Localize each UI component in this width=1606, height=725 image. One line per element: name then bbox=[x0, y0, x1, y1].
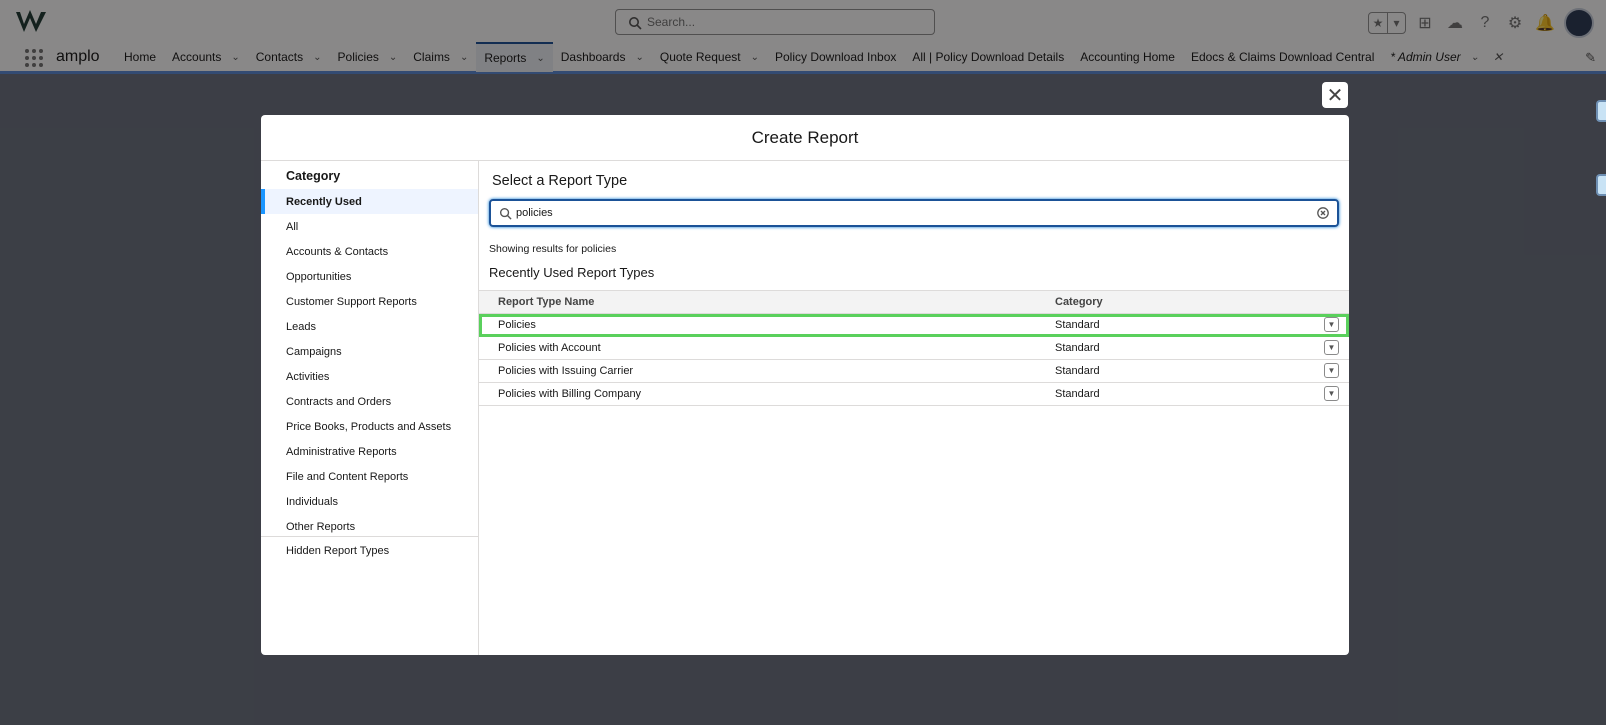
category-item-opportunities[interactable]: Opportunities bbox=[261, 264, 478, 289]
category-panel: Category Recently Used All Accounts & Co… bbox=[261, 161, 479, 655]
category-item-contracts-orders[interactable]: Contracts and Orders bbox=[261, 389, 478, 414]
category-divider bbox=[261, 536, 478, 537]
row-actions-dropdown-icon[interactable]: ▼ bbox=[1324, 363, 1339, 378]
table-row[interactable]: Policies with Issuing Carrier Standard ▼ bbox=[479, 360, 1349, 383]
create-report-modal: Create Report Category Recently Used All… bbox=[261, 115, 1349, 655]
table-row[interactable]: Policies with Account Standard ▼ bbox=[479, 337, 1349, 360]
category-item-administrative[interactable]: Administrative Reports bbox=[261, 439, 478, 464]
report-type-search-input[interactable]: policies bbox=[489, 199, 1339, 227]
recently-used-heading: Recently Used Report Types bbox=[489, 265, 655, 280]
column-header-category[interactable]: Category bbox=[1055, 296, 1103, 308]
search-icon bbox=[499, 207, 512, 220]
category-item-accounts-contacts[interactable]: Accounts & Contacts bbox=[261, 239, 478, 264]
utility-edge-tab[interactable] bbox=[1596, 174, 1606, 196]
table-row[interactable]: Policies Standard ▼ bbox=[479, 314, 1349, 337]
row-actions-dropdown-icon[interactable]: ▼ bbox=[1324, 317, 1339, 332]
category-list: Recently Used All Accounts & Contacts Op… bbox=[261, 189, 478, 539]
category-item-leads[interactable]: Leads bbox=[261, 314, 478, 339]
close-icon: ✕ bbox=[1326, 84, 1344, 107]
column-header-name[interactable]: Report Type Name bbox=[498, 296, 594, 308]
search-value: policies bbox=[516, 207, 553, 219]
results-note: Showing results for policies bbox=[489, 243, 617, 255]
modal-header: Create Report bbox=[261, 115, 1349, 161]
category-item-recently-used[interactable]: Recently Used bbox=[261, 189, 478, 214]
category-item-price-books[interactable]: Price Books, Products and Assets bbox=[261, 414, 478, 439]
select-report-type-heading: Select a Report Type bbox=[492, 173, 628, 189]
report-type-category: Standard bbox=[1055, 342, 1100, 354]
modal-close-button[interactable]: ✕ bbox=[1322, 82, 1348, 108]
report-type-category: Standard bbox=[1055, 365, 1100, 377]
category-item-customer-support[interactable]: Customer Support Reports bbox=[261, 289, 478, 314]
category-item-all[interactable]: All bbox=[261, 214, 478, 239]
category-item-campaigns[interactable]: Campaigns bbox=[261, 339, 478, 364]
table-row[interactable]: Policies with Billing Company Standard ▼ bbox=[479, 383, 1349, 406]
report-type-name[interactable]: Policies with Account bbox=[498, 342, 601, 354]
category-item-activities[interactable]: Activities bbox=[261, 364, 478, 389]
report-type-name[interactable]: Policies with Issuing Carrier bbox=[498, 365, 633, 377]
category-item-file-content[interactable]: File and Content Reports bbox=[261, 464, 478, 489]
report-type-name[interactable]: Policies bbox=[498, 319, 536, 331]
report-types-table: Report Type Name Category Policies Stand… bbox=[479, 290, 1349, 406]
category-heading: Category bbox=[286, 169, 341, 183]
report-type-panel: Select a Report Type policies Showing re… bbox=[479, 161, 1349, 655]
report-type-name[interactable]: Policies with Billing Company bbox=[498, 388, 641, 400]
clear-search-icon[interactable] bbox=[1317, 207, 1329, 219]
row-actions-dropdown-icon[interactable]: ▼ bbox=[1324, 386, 1339, 401]
report-type-category: Standard bbox=[1055, 319, 1100, 331]
report-type-category: Standard bbox=[1055, 388, 1100, 400]
modal-title: Create Report bbox=[751, 127, 859, 147]
row-actions-dropdown-icon[interactable]: ▼ bbox=[1324, 340, 1339, 355]
category-item-individuals[interactable]: Individuals bbox=[261, 489, 478, 514]
utility-edge-tab[interactable] bbox=[1596, 100, 1606, 122]
table-header: Report Type Name Category bbox=[479, 290, 1349, 314]
hidden-report-types-link[interactable]: Hidden Report Types bbox=[286, 545, 389, 557]
